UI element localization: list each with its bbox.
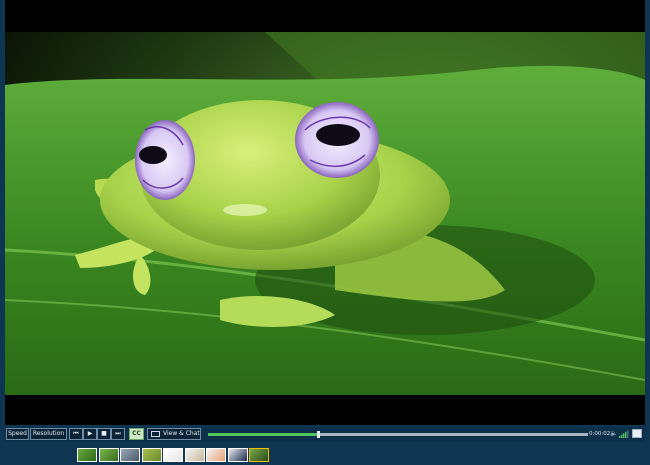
thumbnail-item[interactable]: [228, 448, 248, 462]
resolution-button[interactable]: Resolution: [30, 428, 67, 440]
volume-level-bar: [623, 433, 625, 438]
volume-level-bar: [625, 431, 627, 438]
video-player: Speed Resolution ⏮ ▶ ■ ⏭ CC View & Chat …: [0, 0, 650, 465]
thumbnail-item[interactable]: [163, 448, 183, 462]
volume-icon[interactable]: 🔈: [610, 428, 617, 440]
control-bar: Speed Resolution ⏮ ▶ ■ ⏭ CC View & Chat …: [5, 427, 645, 442]
fullscreen-icon[interactable]: [632, 429, 642, 438]
video-still-glass-frog: [5, 0, 645, 425]
closed-captions-button[interactable]: CC: [129, 428, 144, 440]
thumbnail-item[interactable]: [120, 448, 140, 462]
progress-handle[interactable]: [317, 431, 320, 438]
skip-forward-icon[interactable]: ⏭: [111, 428, 125, 440]
time-display: 0:00:02: [589, 431, 611, 437]
view-and-chat-button[interactable]: View & Chat: [147, 428, 201, 440]
thumbnail-item[interactable]: [99, 448, 119, 462]
play-icon[interactable]: ▶: [83, 428, 97, 440]
volume-level-bar: [627, 430, 629, 438]
stop-icon[interactable]: ■: [97, 428, 111, 440]
progress-bar[interactable]: [208, 431, 588, 438]
progress-fill: [208, 433, 318, 436]
thumbnail-item[interactable]: [142, 448, 162, 462]
volume-slider[interactable]: [619, 430, 629, 438]
speed-button[interactable]: Speed: [6, 428, 29, 440]
window-icon: [151, 431, 160, 437]
thumbnail-item[interactable]: [206, 448, 226, 462]
thumbnail-item[interactable]: [249, 448, 269, 462]
thumbnail-strip: [77, 448, 277, 462]
skip-back-icon[interactable]: ⏮: [69, 428, 83, 440]
view-and-chat-label: View & Chat: [163, 430, 200, 437]
video-frame[interactable]: [5, 0, 645, 425]
thumbnail-item[interactable]: [77, 448, 97, 462]
thumbnail-item[interactable]: [185, 448, 205, 462]
volume-level-bar: [619, 436, 621, 438]
volume-level-bar: [621, 434, 623, 438]
